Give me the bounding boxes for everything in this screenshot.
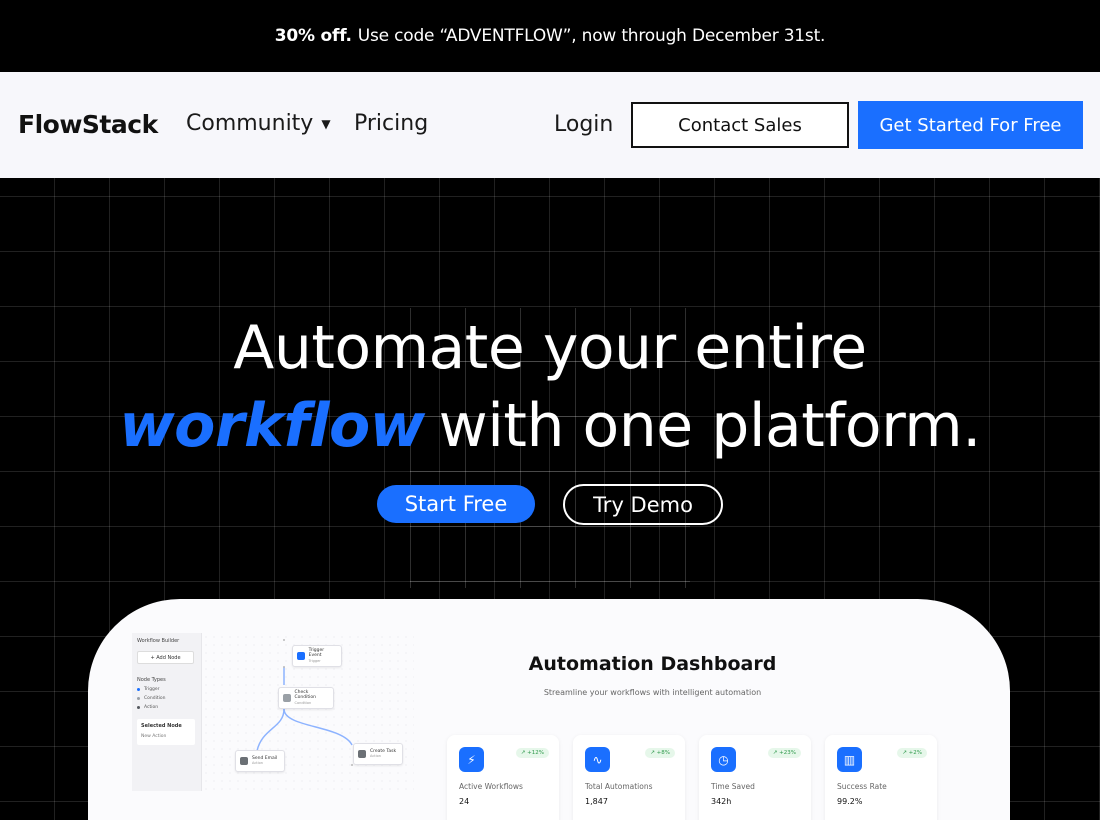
- selected-node-panel: Selected Node New Action: [137, 719, 195, 745]
- trend-badge: ↗ +23%: [767, 748, 801, 758]
- stat-value: 99.2%: [837, 797, 863, 806]
- promo-highlight: 30% off.: [274, 26, 352, 46]
- node-label: Create Task: [370, 748, 397, 754]
- stat-card-active-workflows[interactable]: ⚡ ↗ +12% Active Workflows 24: [447, 735, 559, 820]
- hero-accent-word: workflow: [119, 391, 425, 461]
- try-demo-button[interactable]: Try Demo: [563, 484, 723, 525]
- nav-login-link[interactable]: Login: [554, 112, 613, 137]
- node-text: Send Email Action: [252, 756, 277, 767]
- nav-pricing-link[interactable]: Pricing: [354, 111, 428, 136]
- lightning-icon: ⚡: [459, 747, 484, 772]
- clock-icon: ◷: [711, 747, 736, 772]
- stat-card-success-rate[interactable]: ▥ ↗ +2% Success Rate 99.2%: [825, 735, 937, 820]
- node-type-label: Action: [144, 705, 159, 710]
- action-node-icon: [358, 750, 366, 758]
- hero-headline-line1: Automate your entire: [233, 313, 867, 383]
- start-free-button[interactable]: Start Free: [377, 485, 535, 523]
- brand-logo[interactable]: FlowStack: [18, 110, 158, 139]
- hero-section: Automate your entire workflow with one pl…: [0, 178, 1100, 820]
- node-label: Send Email: [252, 755, 278, 761]
- stat-value: 342h: [711, 797, 732, 806]
- selected-node-title: Selected Node: [141, 723, 182, 729]
- dashboard-title: Automation Dashboard: [528, 653, 777, 675]
- node-types-heading: Node Types: [137, 677, 166, 683]
- node-sublabel: Action: [370, 754, 381, 758]
- stat-label: Success Rate: [837, 782, 887, 791]
- stat-label: Total Automations: [585, 782, 653, 791]
- stat-label: Active Workflows: [459, 782, 523, 791]
- node-sublabel: Condition: [294, 700, 312, 705]
- action-dot-icon: [137, 706, 140, 709]
- selected-node-value: New Action: [141, 734, 167, 739]
- node-sublabel: Action: [252, 761, 263, 765]
- trend-badge: ↗ +12%: [515, 748, 549, 758]
- trend-badge: ↗ +8%: [645, 748, 675, 758]
- action-node-icon: [240, 757, 248, 765]
- dashboard-subtitle: Streamline your workflows with intellige…: [543, 688, 762, 697]
- top-navbar: FlowStack Community ▼ Pricing Login Cont…: [0, 72, 1100, 178]
- caret-down-icon: ▼: [321, 116, 331, 131]
- stat-value: 24: [459, 797, 470, 806]
- contact-sales-button[interactable]: Contact Sales: [631, 102, 849, 148]
- nav-community-dropdown[interactable]: Community ▼: [186, 111, 331, 136]
- node-text: Create Task Action: [370, 749, 396, 760]
- promo-text: Use code “ADVENTFLOW”, now through Decem…: [357, 26, 826, 46]
- activity-icon: ∿: [585, 747, 610, 772]
- stat-value: 1,847: [585, 797, 608, 806]
- hero-headline-line2: workflow with one platform.: [0, 396, 1100, 456]
- hero-headline-rest: with one platform.: [438, 391, 982, 461]
- dashboard-preview: Workflow Builder + Add Node Node Types T…: [88, 599, 1010, 820]
- get-started-button[interactable]: Get Started For Free: [858, 101, 1083, 149]
- trend-badge: ↗ +2%: [897, 748, 927, 758]
- promo-banner: 30% off. Use code “ADVENTFLOW”, now thro…: [0, 0, 1100, 72]
- workflow-builder-title: Workflow Builder: [137, 638, 180, 644]
- stat-card-total-automations[interactable]: ∿ ↗ +8% Total Automations 1,847: [573, 735, 685, 820]
- nav-community-label: Community: [186, 111, 314, 136]
- node-type-action[interactable]: Action: [137, 705, 158, 710]
- bar-chart-icon: ▥: [837, 747, 862, 772]
- condition-dot-icon: [137, 697, 140, 700]
- stat-card-time-saved[interactable]: ◷ ↗ +23% Time Saved 342h: [699, 735, 811, 820]
- workflow-node-create-task[interactable]: Create Task Action: [353, 743, 403, 765]
- workflow-node-send-email[interactable]: Send Email Action: [235, 750, 285, 772]
- stat-label: Time Saved: [711, 782, 755, 791]
